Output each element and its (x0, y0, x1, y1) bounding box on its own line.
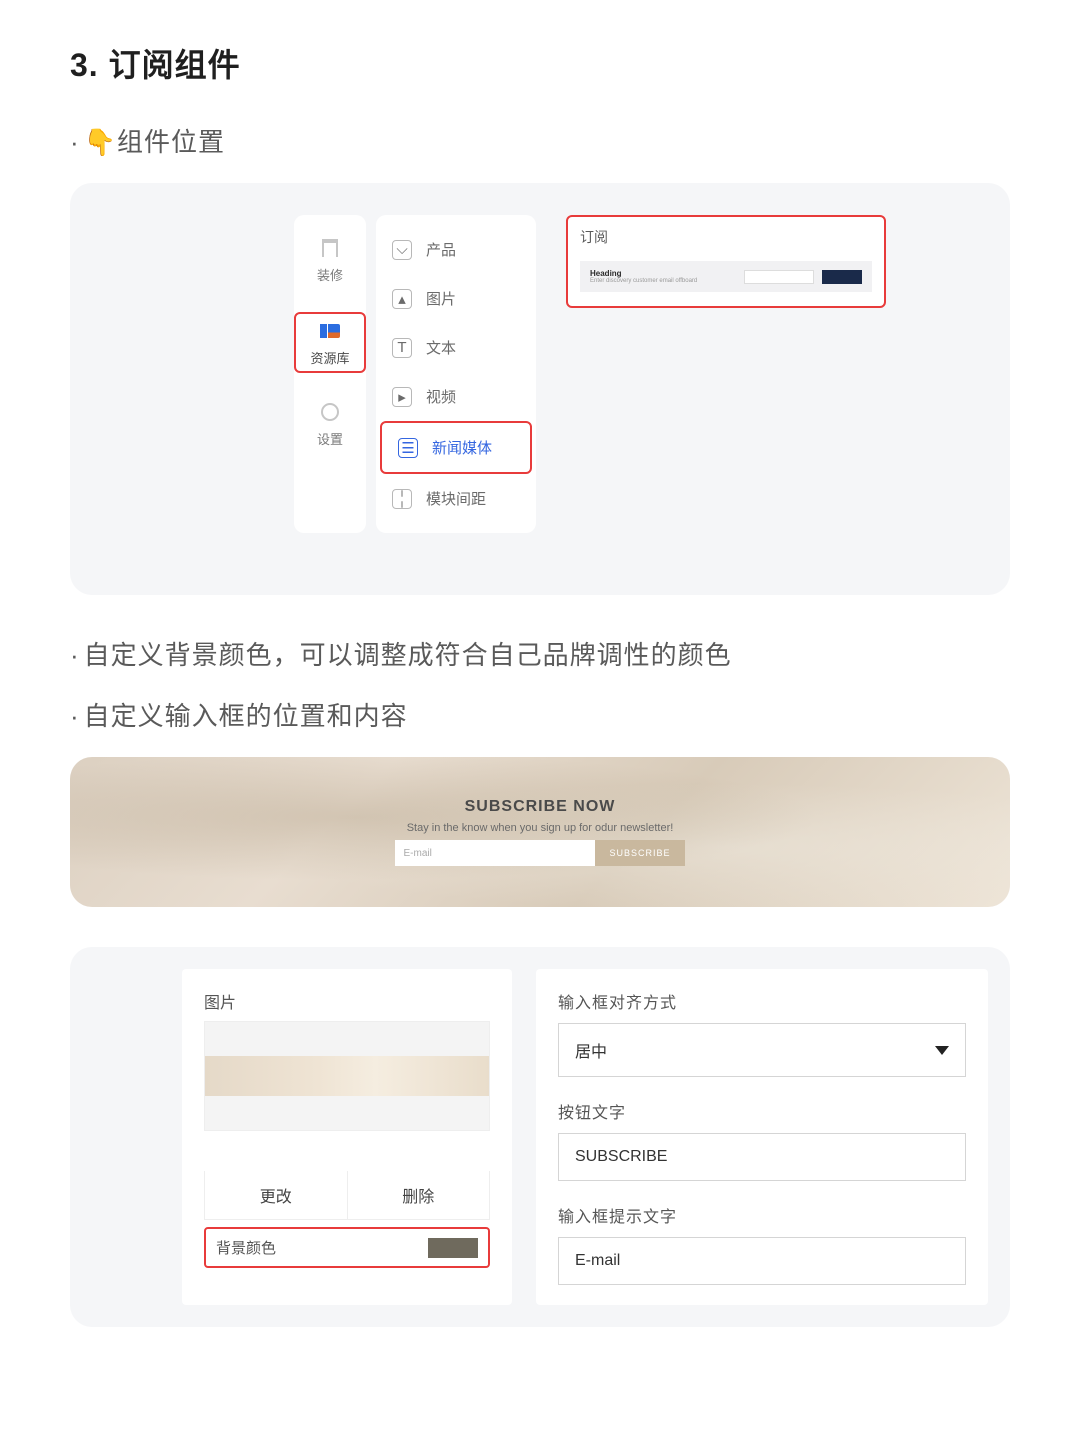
button-text-label: 按钮文字 (558, 1099, 966, 1123)
subscribe-title: SUBSCRIBE NOW (465, 798, 616, 816)
align-select[interactable]: 居中 (558, 1023, 966, 1077)
preview-subtext: Enter discovery customer email offboard (590, 278, 736, 284)
preview-column: 订阅 Heading Enter discovery customer emai… (546, 215, 906, 533)
screenshot-settings: 图片 更改 删除 背景颜色 输入框对齐方式 居中 按钮文字 SUBSCRIBE (70, 947, 1010, 1327)
category-image[interactable]: ▴ 图片 (376, 274, 536, 323)
image-actions: 更改 删除 (204, 1171, 490, 1220)
category-label: 视频 (426, 386, 456, 407)
bag-icon: ⌵ (392, 240, 412, 260)
image-settings-card: 图片 更改 删除 背景颜色 (182, 969, 512, 1305)
preview-button (822, 270, 862, 284)
bullet-text: 组件位置 (117, 127, 225, 157)
preview-input (744, 270, 814, 284)
background-color-row[interactable]: 背景颜色 (204, 1227, 490, 1268)
resource-library-icon (319, 320, 341, 342)
section-heading: 3. 订阅组件 (70, 40, 1010, 86)
change-image-button[interactable]: 更改 (205, 1171, 348, 1219)
image-label: 图片 (204, 989, 490, 1013)
bullet-dot: · (70, 701, 80, 731)
spacer-icon (392, 489, 412, 509)
chevron-down-icon (935, 1046, 949, 1055)
placeholder-value: E-mail (575, 1252, 620, 1270)
bullet-dot: · (70, 640, 80, 670)
delete-image-button[interactable]: 删除 (348, 1171, 490, 1219)
preview-card: Heading Enter discovery customer email o… (580, 261, 872, 292)
left-rail: 装修 资源库 设置 (294, 215, 366, 533)
rail-item-settings[interactable]: 设置 (294, 397, 366, 452)
align-field: 输入框对齐方式 居中 (558, 989, 966, 1077)
category-product[interactable]: ⌵ 产品 (376, 225, 536, 274)
input-settings-card: 输入框对齐方式 居中 按钮文字 SUBSCRIBE 输入框提示文字 E-mail (536, 969, 988, 1305)
button-text-input[interactable]: SUBSCRIBE (558, 1133, 966, 1181)
category-news-media[interactable]: ☰ 新闻媒体 (380, 421, 532, 474)
play-icon: ▸ (392, 387, 412, 407)
bullet-input-position: ·自定义输入框的位置和内容 (70, 696, 1010, 733)
category-label: 新闻媒体 (432, 437, 492, 458)
rail-label: 资源库 (310, 348, 349, 367)
category-video[interactable]: ▸ 视频 (376, 372, 536, 421)
image-icon: ▴ (392, 289, 412, 309)
category-list: ⌵ 产品 ▴ 图片 T 文本 ▸ 视频 ☰ 新闻媒体 模块间距 (376, 215, 536, 533)
screenshot-subscribe-banner: SUBSCRIBE NOW Stay in the know when you … (70, 757, 1010, 907)
pointing-down-emoji: 👇 (84, 127, 117, 157)
button-text-field: 按钮文字 SUBSCRIBE (558, 1099, 966, 1181)
bullet-text: 自定义输入框的位置和内容 (84, 701, 408, 731)
bullet-dot: · (70, 127, 80, 157)
rail-item-decor[interactable]: 装修 (294, 233, 366, 288)
category-label: 产品 (426, 239, 456, 260)
placeholder-input[interactable]: E-mail (558, 1237, 966, 1285)
subscribe-preview[interactable]: 订阅 Heading Enter discovery customer emai… (566, 215, 886, 308)
bullet-component-location: ·👇组件位置 (70, 122, 1010, 159)
rail-label: 装修 (317, 265, 343, 284)
image-thumbnail (205, 1056, 489, 1096)
image-preview-well[interactable] (204, 1021, 490, 1131)
placeholder-label: 输入框提示文字 (558, 1203, 966, 1227)
align-label: 输入框对齐方式 (558, 989, 966, 1013)
text-icon: T (392, 338, 412, 358)
bullet-bgcolor: ·自定义背景颜色，可以调整成符合自己品牌调性的颜色 (70, 635, 1010, 672)
button-text-value: SUBSCRIBE (575, 1148, 667, 1166)
subscribe-button[interactable]: SUBSCRIBE (595, 840, 684, 866)
bullet-text: 自定义背景颜色，可以调整成符合自己品牌调性的颜色 (84, 640, 732, 670)
subscribe-description: Stay in the know when you sign up for od… (407, 822, 674, 834)
category-text[interactable]: T 文本 (376, 323, 536, 372)
screenshot-component-location: 装修 资源库 设置 ⌵ 产品 ▴ 图片 T 文本 (70, 183, 1010, 595)
bgcolor-label: 背景颜色 (216, 1237, 276, 1258)
rail-label: 设置 (317, 429, 343, 448)
align-value: 居中 (575, 1038, 607, 1062)
color-swatch[interactable] (428, 1238, 478, 1258)
gear-icon (319, 401, 341, 423)
preview-title: 订阅 (580, 227, 872, 247)
category-label: 图片 (426, 288, 456, 309)
placeholder-field: 输入框提示文字 E-mail (558, 1203, 966, 1285)
brush-icon (319, 237, 341, 259)
news-icon: ☰ (398, 438, 418, 458)
email-input[interactable]: E-mail (395, 840, 595, 866)
preview-heading: Heading (590, 269, 736, 278)
category-spacer[interactable]: 模块间距 (376, 474, 536, 523)
category-label: 文本 (426, 337, 456, 358)
rail-item-resources[interactable]: 资源库 (294, 312, 366, 373)
category-label: 模块间距 (426, 488, 486, 509)
